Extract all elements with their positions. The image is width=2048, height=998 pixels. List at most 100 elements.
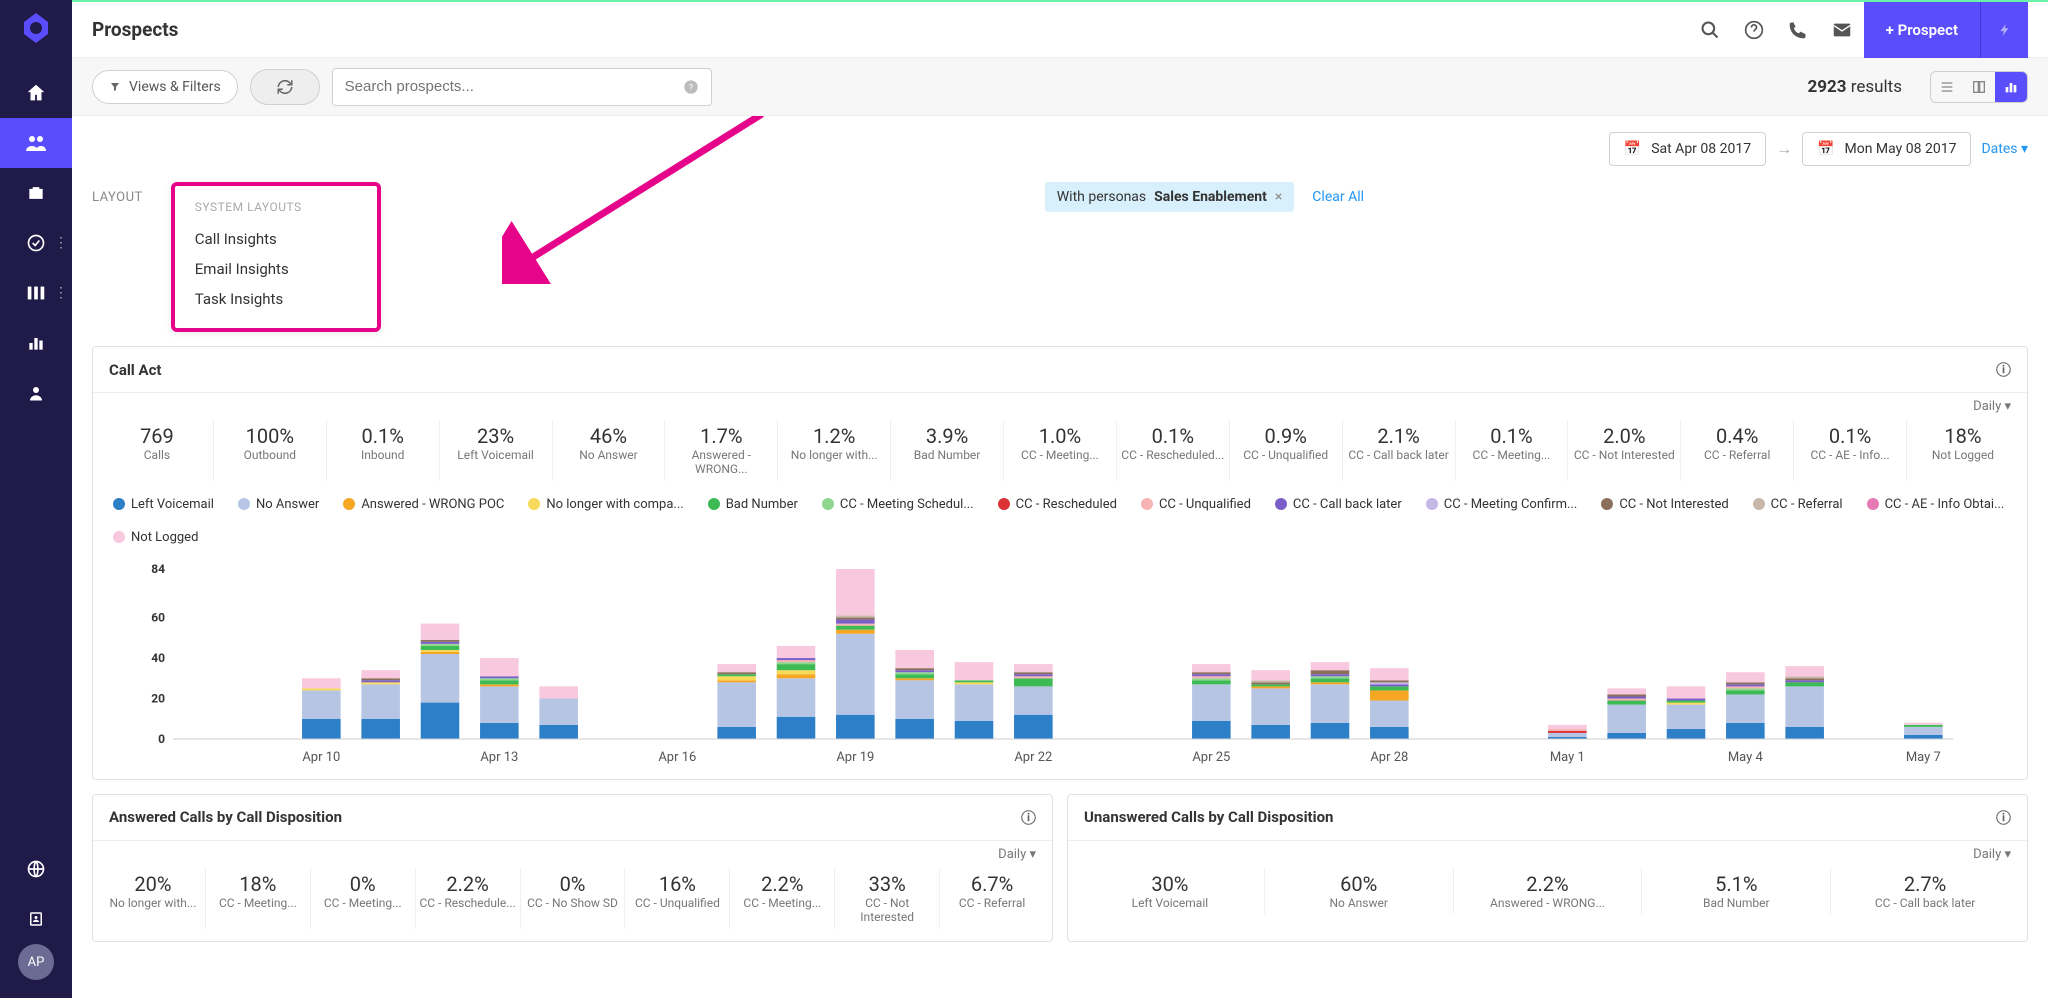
bar-segment[interactable]	[421, 623, 460, 639]
bar-segment[interactable]	[955, 662, 994, 680]
view-split[interactable]	[1963, 72, 1995, 102]
bar-segment[interactable]	[1192, 721, 1231, 739]
bar-segment[interactable]	[480, 658, 519, 676]
bar-segment[interactable]	[302, 678, 341, 688]
active-filter-chip[interactable]: With personas Sales Enablement ×	[1045, 182, 1295, 212]
bar-segment[interactable]	[1311, 670, 1350, 674]
bar-segment[interactable]	[1311, 676, 1350, 678]
bar-segment[interactable]	[361, 670, 400, 678]
daily-toggle[interactable]: Daily ▾	[93, 393, 2027, 420]
bar-segment[interactable]	[302, 719, 341, 739]
bar-segment[interactable]	[1370, 686, 1409, 690]
layout-item-email[interactable]: Email Insights	[195, 254, 357, 284]
bar-segment[interactable]	[1785, 727, 1824, 739]
bar-segment[interactable]	[361, 678, 400, 680]
bar-segment[interactable]	[836, 625, 875, 629]
bar-segment[interactable]	[1785, 682, 1824, 686]
bar-segment[interactable]	[836, 714, 875, 738]
bar-segment[interactable]	[1785, 676, 1824, 678]
nav-reports[interactable]	[0, 318, 72, 368]
date-to[interactable]: 📅Mon May 08 2017	[1802, 132, 1971, 166]
info-icon[interactable]: ⓘ	[1996, 807, 2011, 828]
bar-segment[interactable]	[480, 684, 519, 686]
bar-segment[interactable]	[1726, 684, 1765, 686]
bar-segment[interactable]	[1192, 684, 1231, 720]
bar-segment[interactable]	[955, 684, 994, 720]
info-icon[interactable]: ⓘ	[1996, 359, 2011, 380]
bar-segment[interactable]	[1548, 731, 1587, 733]
bar-segment[interactable]	[1667, 704, 1706, 728]
bar-segment[interactable]	[539, 686, 578, 698]
bar-segment[interactable]	[777, 670, 816, 674]
bar-segment[interactable]	[717, 672, 756, 674]
user-avatar[interactable]: AP	[18, 944, 54, 980]
bar-segment[interactable]	[1607, 704, 1646, 732]
daily-toggle[interactable]: Daily ▾	[93, 841, 1052, 868]
legend-item[interactable]: Not Logged	[113, 530, 198, 545]
clear-all-link[interactable]: Clear All	[1312, 189, 1364, 205]
bar-segment[interactable]	[1785, 678, 1824, 680]
bar-segment[interactable]	[1251, 686, 1290, 688]
bar-segment[interactable]	[1014, 686, 1053, 714]
bar-segment[interactable]	[1192, 664, 1231, 672]
bar-segment[interactable]	[1014, 678, 1053, 686]
bar-segment[interactable]	[480, 678, 519, 680]
bar-segment[interactable]	[1192, 678, 1231, 680]
bar-segment[interactable]	[717, 664, 756, 672]
bar-segment[interactable]	[1251, 688, 1290, 724]
bar-segment[interactable]	[1607, 698, 1646, 700]
bar-segment[interactable]	[1785, 666, 1824, 676]
bar-segment[interactable]	[895, 668, 934, 670]
bar-segment[interactable]	[1251, 682, 1290, 684]
bar-segment[interactable]	[777, 678, 816, 716]
bar-segment[interactable]	[421, 646, 460, 650]
bar-segment[interactable]	[1667, 729, 1706, 739]
add-prospect-button[interactable]: + Prospect	[1864, 2, 1980, 58]
bar-segment[interactable]	[1311, 674, 1350, 676]
bar-segment[interactable]	[1667, 700, 1706, 702]
mail-icon[interactable]	[1820, 8, 1864, 52]
bar-segment[interactable]	[895, 670, 934, 672]
bar-segment[interactable]	[361, 719, 400, 739]
bar-segment[interactable]	[1311, 684, 1350, 722]
bar-segment[interactable]	[1251, 680, 1290, 682]
bar-segment[interactable]	[1607, 733, 1646, 739]
nav-sequences[interactable]: ⋮	[0, 268, 72, 318]
legend-item[interactable]: Bad Number	[708, 497, 798, 512]
bar-segment[interactable]	[955, 682, 994, 684]
nav-accounts[interactable]	[0, 168, 72, 218]
legend-item[interactable]: CC - Not Interested	[1601, 497, 1728, 512]
bar-segment[interactable]	[717, 727, 756, 739]
bar-segment[interactable]	[1726, 690, 1765, 694]
bar-segment[interactable]	[1311, 662, 1350, 670]
nav-home[interactable]	[0, 68, 72, 118]
refresh-button[interactable]	[250, 69, 320, 105]
bar-segment[interactable]	[777, 664, 816, 670]
bar-segment[interactable]	[1607, 688, 1646, 694]
bar-segment[interactable]	[895, 650, 934, 668]
bar-segment[interactable]	[1726, 723, 1765, 739]
bar-segment[interactable]	[955, 721, 994, 739]
nav-globe[interactable]	[0, 844, 72, 894]
bar-segment[interactable]	[777, 674, 816, 678]
phone-icon[interactable]	[1776, 8, 1820, 52]
bar-segment[interactable]	[777, 658, 816, 660]
bar-segment[interactable]	[836, 569, 875, 616]
bar-segment[interactable]	[1370, 690, 1409, 700]
bar-segment[interactable]	[1370, 684, 1409, 686]
view-list[interactable]	[1931, 72, 1963, 102]
bar-segment[interactable]	[895, 719, 934, 739]
bar-segment[interactable]	[1726, 688, 1765, 690]
bar-segment[interactable]	[1251, 670, 1290, 680]
legend-item[interactable]: CC - Rescheduled	[998, 497, 1117, 512]
bar-segment[interactable]	[539, 698, 578, 724]
date-from[interactable]: 📅Sat Apr 08 2017	[1609, 132, 1766, 166]
search-input[interactable]	[345, 78, 683, 95]
bar-segment[interactable]	[1785, 686, 1824, 726]
bar-segment[interactable]	[777, 646, 816, 658]
bar-segment[interactable]	[480, 680, 519, 684]
bar-segment[interactable]	[777, 717, 816, 739]
bar-segment[interactable]	[1607, 700, 1646, 704]
layout-item-task[interactable]: Task Insights	[195, 284, 357, 314]
legend-item[interactable]: No longer with compa...	[528, 497, 683, 512]
